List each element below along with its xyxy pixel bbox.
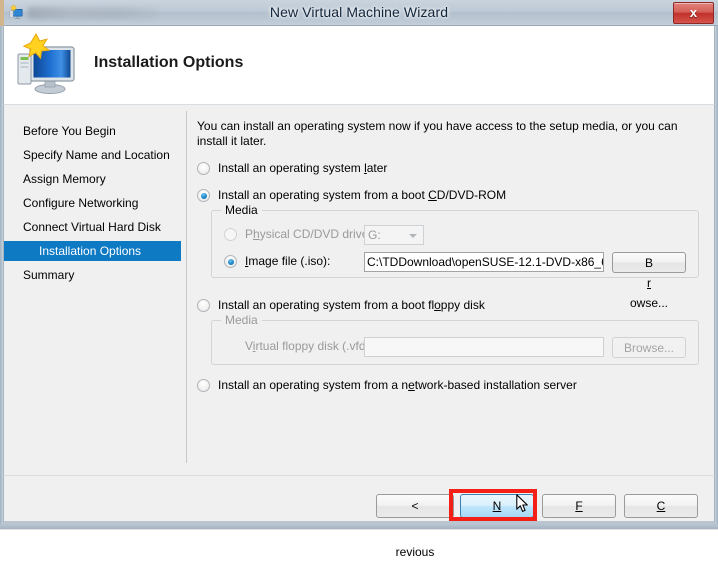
- sidebar-item-configure-networking[interactable]: Configure Networking: [4, 193, 181, 213]
- sidebar-item-summary[interactable]: Summary: [4, 265, 181, 285]
- media-floppy-groupbox-title: Media: [221, 313, 262, 327]
- media-groupbox-cd-dvd: Media Physical CD/DVD drive: G: Image fi…: [211, 210, 699, 278]
- radio-install-from-network[interactable]: [197, 379, 210, 392]
- label-text-post: ppy disk: [441, 298, 485, 312]
- accelerator-key: N: [493, 499, 502, 513]
- close-button[interactable]: x: [673, 2, 714, 24]
- physical-drive-selected-value: G:: [368, 228, 381, 242]
- next-button[interactable]: Next >: [460, 494, 534, 518]
- radio-image-file[interactable]: [224, 255, 237, 268]
- label-text-post: D/DVD-ROM: [437, 188, 506, 202]
- label-virtual-floppy-disk: Virtual floppy disk (.vfd):: [245, 338, 373, 355]
- label-text-post: rtual floppy disk (.vfd):: [255, 339, 372, 353]
- wizard-body: Before You Begin Specify Name and Locati…: [3, 104, 715, 475]
- title-bar[interactable]: New Virtual Machine Wizard x: [0, 0, 718, 26]
- browse-floppy-button-label: Browse...: [613, 338, 685, 358]
- label-text: Install an operating system from a boot: [218, 188, 428, 202]
- image-file-input[interactable]: C:\TDDownload\openSUSE-12.1-DVD-x86_64.i…: [364, 252, 604, 272]
- sidebar-item-connect-virtual-hard-disk[interactable]: Connect Virtual Hard Disk: [4, 217, 181, 237]
- accelerator-key: h: [253, 227, 260, 241]
- wizard-content: You can install an operating system now …: [187, 105, 714, 474]
- label-text: Install an operating system: [218, 161, 364, 175]
- label-text-post: owse...: [613, 293, 685, 313]
- radio-install-from-floppy[interactable]: [197, 299, 210, 312]
- label-image-file: Image file (.iso):: [245, 253, 330, 270]
- virtual-floppy-input[interactable]: [364, 337, 604, 357]
- label-text: V: [245, 339, 253, 353]
- label-text-post: mage file (.iso):: [248, 254, 330, 268]
- desktop-strip-below-window: [0, 529, 718, 541]
- new-virtual-machine-wizard-window: New Virtual Machine Wizard x: [0, 0, 718, 527]
- label-text-post: ysical CD/DVD drive:: [260, 227, 372, 241]
- wizard-step-sidebar: Before You Begin Specify Name and Locati…: [4, 105, 186, 474]
- intro-text: You can install an operating system now …: [197, 119, 697, 149]
- media-groupbox-floppy: Media Virtual floppy disk (.vfd): Browse…: [211, 320, 699, 365]
- radio-label-install-later: Install an operating system later: [218, 160, 387, 177]
- label-text: <: [377, 495, 453, 518]
- previous-button[interactable]: < Previous: [376, 494, 454, 518]
- label-text-post: ater: [367, 161, 388, 175]
- virtual-machine-monitor-icon: [14, 32, 80, 96]
- accelerator-key: C: [428, 188, 437, 202]
- chevron-down-icon: [409, 234, 417, 238]
- sidebar-item-before-you-begin[interactable]: Before You Begin: [4, 121, 181, 141]
- finish-button[interactable]: Finish: [542, 494, 616, 518]
- label-text: P: [245, 227, 253, 241]
- sidebar-item-specify-name-and-location[interactable]: Specify Name and Location: [4, 145, 181, 165]
- radio-install-from-cd-dvd[interactable]: [197, 189, 210, 202]
- label-text: Install an operating system from a n: [218, 378, 408, 392]
- label-text: Install an operating system from a boot …: [218, 298, 434, 312]
- accelerator-key: o: [434, 298, 441, 312]
- browse-virtual-floppy-button[interactable]: Browse...: [612, 337, 686, 358]
- accelerator-key: C: [657, 499, 666, 513]
- label-physical-cd-dvd-drive: Physical CD/DVD drive:: [245, 226, 372, 243]
- cancel-button[interactable]: Cancel: [624, 494, 698, 518]
- wizard-footer: < Previous Next > Finish Cancel: [3, 475, 715, 524]
- label-text-post: twork-based installation server: [415, 378, 577, 392]
- sidebar-item-installation-options[interactable]: Installation Options: [4, 241, 181, 261]
- label-text: B: [613, 253, 685, 273]
- accelerator-key: F: [575, 499, 582, 513]
- radio-label-install-from-cd-dvd: Install an operating system from a boot …: [218, 187, 506, 204]
- radio-install-later[interactable]: [197, 162, 210, 175]
- physical-drive-select[interactable]: G:: [364, 225, 424, 245]
- media-groupbox-title: Media: [221, 203, 262, 217]
- page-title: Installation Options: [94, 54, 243, 72]
- radio-label-install-from-network: Install an operating system from a netwo…: [218, 377, 577, 394]
- browse-button-label: Br owse...: [613, 253, 685, 313]
- window-title: New Virtual Machine Wizard: [0, 4, 718, 20]
- browse-image-file-button[interactable]: Browse...: [612, 252, 686, 273]
- sidebar-item-assign-memory[interactable]: Assign Memory: [4, 169, 181, 189]
- radio-physical-cd-dvd-drive[interactable]: [224, 228, 237, 241]
- accelerator-key: e: [408, 378, 415, 392]
- label-text-post: revious: [377, 541, 453, 564]
- wizard-header: Installation Options: [3, 26, 715, 104]
- accelerator-key: r: [647, 276, 651, 290]
- radio-label-install-from-floppy: Install an operating system from a boot …: [218, 297, 485, 314]
- close-icon: x: [674, 3, 713, 22]
